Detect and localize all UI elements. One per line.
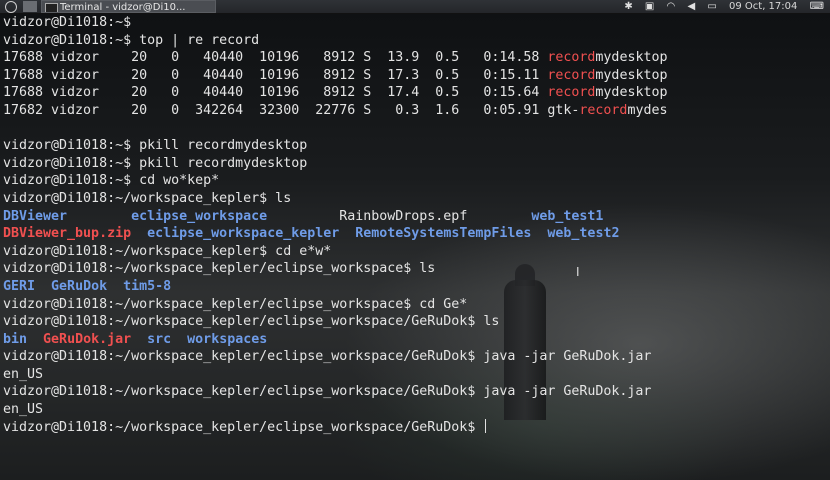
terminal-text: GeRuDok.jar — [43, 331, 132, 347]
battery-icon[interactable]: ▭ — [707, 0, 716, 14]
terminal-text: bin — [3, 331, 28, 347]
terminal-text: mydes — [627, 102, 668, 118]
terminal-text: 17688 vidzor 20 0 40440 10196 8912 S 17.… — [3, 67, 548, 83]
terminal-text: record — [547, 85, 596, 101]
terminal-line: vidzor@Di1018:~/workspace_kepler/eclipse… — [3, 260, 667, 278]
terminal-text: vidzor@Di1018:~$ — [3, 15, 132, 30]
terminal-text: GeRuDok — [51, 278, 108, 294]
terminal-line: bin GeRuDok.jar src workspaces — [3, 331, 667, 349]
terminal-line: vidzor@Di1018:~$ — [3, 14, 667, 32]
terminal-text: RainbowDrops.epf — [267, 208, 532, 224]
terminal-text: vidzor@Di1018:~/workspace_kepler/eclipse… — [3, 261, 436, 277]
terminal-text: DBViewer — [3, 208, 68, 224]
terminal-text: mydesktop — [595, 85, 668, 101]
terminal-line: GERI GeRuDok tim5-8 — [3, 278, 667, 296]
terminal-text: vidzor@Di1018:~/workspace_kepler$ ls — [3, 190, 292, 206]
terminal-window[interactable]: vidzor@Di1018:~$ vidzor@Di1018:~$ top | r… — [0, 14, 830, 480]
terminal-icon — [45, 3, 58, 12]
terminal-line: vidzor@Di1018:~/workspace_kepler/eclipse… — [3, 313, 667, 331]
ibeam-cursor-icon: I — [576, 265, 580, 279]
terminal-line: en_US — [3, 401, 667, 419]
terminal-line: vidzor@Di1018:~$ pkill recordmydesktop — [3, 155, 667, 173]
terminal-text: DBViewer_bup.zip — [3, 226, 132, 242]
taskbar-terminal-label: Terminal - vidzor@Di10... — [60, 2, 186, 13]
speaker-icon[interactable]: ◀ — [687, 0, 695, 14]
keyboard-layout-icon[interactable]: ⌨ — [810, 0, 824, 14]
terminal-line: DBViewer eclipse_workspace RainbowDrops.… — [3, 208, 667, 226]
terminal-text: vidzor@Di1018:~/workspace_kepler/eclipse… — [3, 296, 468, 312]
terminal-text: workspaces — [187, 331, 268, 347]
terminal-text: vidzor@Di1018:~$ pkill recordmydesktop — [3, 138, 308, 154]
wifi-icon[interactable]: ◠ — [667, 0, 676, 14]
terminal-text: mydesktop — [595, 67, 668, 83]
terminal-text: RemoteSystemsTempFiles — [355, 226, 532, 242]
terminal-line: vidzor@Di1018:~$ cd wo*kep* — [3, 172, 667, 190]
terminal-line: vidzor@Di1018:~$ pkill recordmydesktop — [3, 137, 667, 155]
terminal-text: 17688 vidzor 20 0 40440 10196 8912 S 13.… — [3, 50, 548, 66]
terminal-text: 17682 vidzor 20 0 342264 32300 22776 S 0… — [3, 102, 580, 118]
terminal-text: vidzor@Di1018:~/workspace_kepler$ cd e*w… — [3, 243, 332, 259]
terminal-line: vidzor@Di1018:~/workspace_kepler/eclipse… — [3, 418, 667, 437]
terminal-line: 17688 vidzor 20 0 40440 10196 8912 S 13.… — [3, 49, 667, 67]
terminal-text: en_US — [3, 366, 44, 382]
terminal-text: record — [547, 50, 596, 66]
terminal-text: vidzor@Di1018:~/workspace_kepler/eclipse… — [3, 384, 652, 400]
terminal-text: web_test2 — [547, 226, 620, 242]
power-icon — [5, 1, 17, 13]
terminal-line: vidzor@Di1018:~/workspace_kepler/eclipse… — [3, 348, 667, 366]
terminal-text: vidzor@Di1018:~$ cd wo*kep* — [3, 173, 220, 189]
terminal-line: 17688 vidzor 20 0 40440 10196 8912 S 17.… — [3, 84, 667, 102]
window-icon[interactable]: ▣ — [645, 0, 654, 14]
text-cursor — [485, 418, 487, 433]
terminal-text: web_test1 — [531, 208, 604, 224]
terminal-text: GERI — [3, 278, 36, 294]
terminal-text: vidzor@Di1018:~$ pkill recordmydesktop — [3, 155, 308, 171]
app-menu-button[interactable] — [3, 1, 19, 13]
terminal-text: vidzor@Di1018:~/workspace_kepler/eclipse… — [3, 419, 484, 435]
terminal-text: en_US — [3, 402, 44, 418]
terminal-text: vidzor@Di1018:~/workspace_kepler/eclipse… — [3, 349, 652, 365]
bluetooth-icon[interactable]: ✱ — [624, 0, 632, 14]
system-tray: ✱ ▣ ◠ ◀ ▭ 09 Oct, 17:04 ⌨ — [615, 0, 824, 14]
terminal-text: mydesktop — [595, 50, 668, 66]
terminal-line: 17688 vidzor 20 0 40440 10196 8912 S 17.… — [3, 67, 667, 85]
clock[interactable]: 09 Oct, 17:04 — [729, 0, 797, 14]
terminal-text: eclipse_workspace_kepler — [147, 226, 340, 242]
terminal-text: tim5-8 — [123, 278, 172, 294]
top-panel: Terminal - vidzor@Di10... ✱ ▣ ◠ ◀ ▭ 09 O… — [0, 0, 830, 14]
show-desktop-button[interactable] — [23, 1, 37, 12]
terminal-line: vidzor@Di1018:~/workspace_kepler$ ls — [3, 190, 667, 208]
terminal-line: vidzor@Di1018:~/workspace_kepler/eclipse… — [3, 296, 667, 314]
terminal-text: vidzor@Di1018:~$ top | re record — [3, 32, 260, 48]
terminal-output[interactable]: vidzor@Di1018:~$ vidzor@Di1018:~$ top | r… — [3, 14, 667, 436]
terminal-line: 17682 vidzor 20 0 342264 32300 22776 S 0… — [3, 102, 667, 120]
terminal-line: vidzor@Di1018:~$ top | re record — [3, 32, 667, 50]
terminal-text: record — [579, 102, 628, 118]
terminal-line: en_US — [3, 366, 667, 384]
terminal-text: eclipse_workspace — [131, 208, 268, 224]
terminal-text: src — [147, 331, 172, 347]
terminal-text: 17688 vidzor 20 0 40440 10196 8912 S 17.… — [3, 85, 548, 101]
taskbar-terminal-button[interactable]: Terminal - vidzor@Di10... — [41, 0, 216, 13]
terminal-line: vidzor@Di1018:~/workspace_kepler/eclipse… — [3, 383, 667, 401]
terminal-line: vidzor@Di1018:~/workspace_kepler$ cd e*w… — [3, 243, 667, 261]
terminal-line: DBViewer_bup.zip eclipse_workspace_keple… — [3, 225, 667, 243]
terminal-text: record — [547, 67, 596, 83]
terminal-text: vidzor@Di1018:~/workspace_kepler/eclipse… — [3, 314, 500, 330]
